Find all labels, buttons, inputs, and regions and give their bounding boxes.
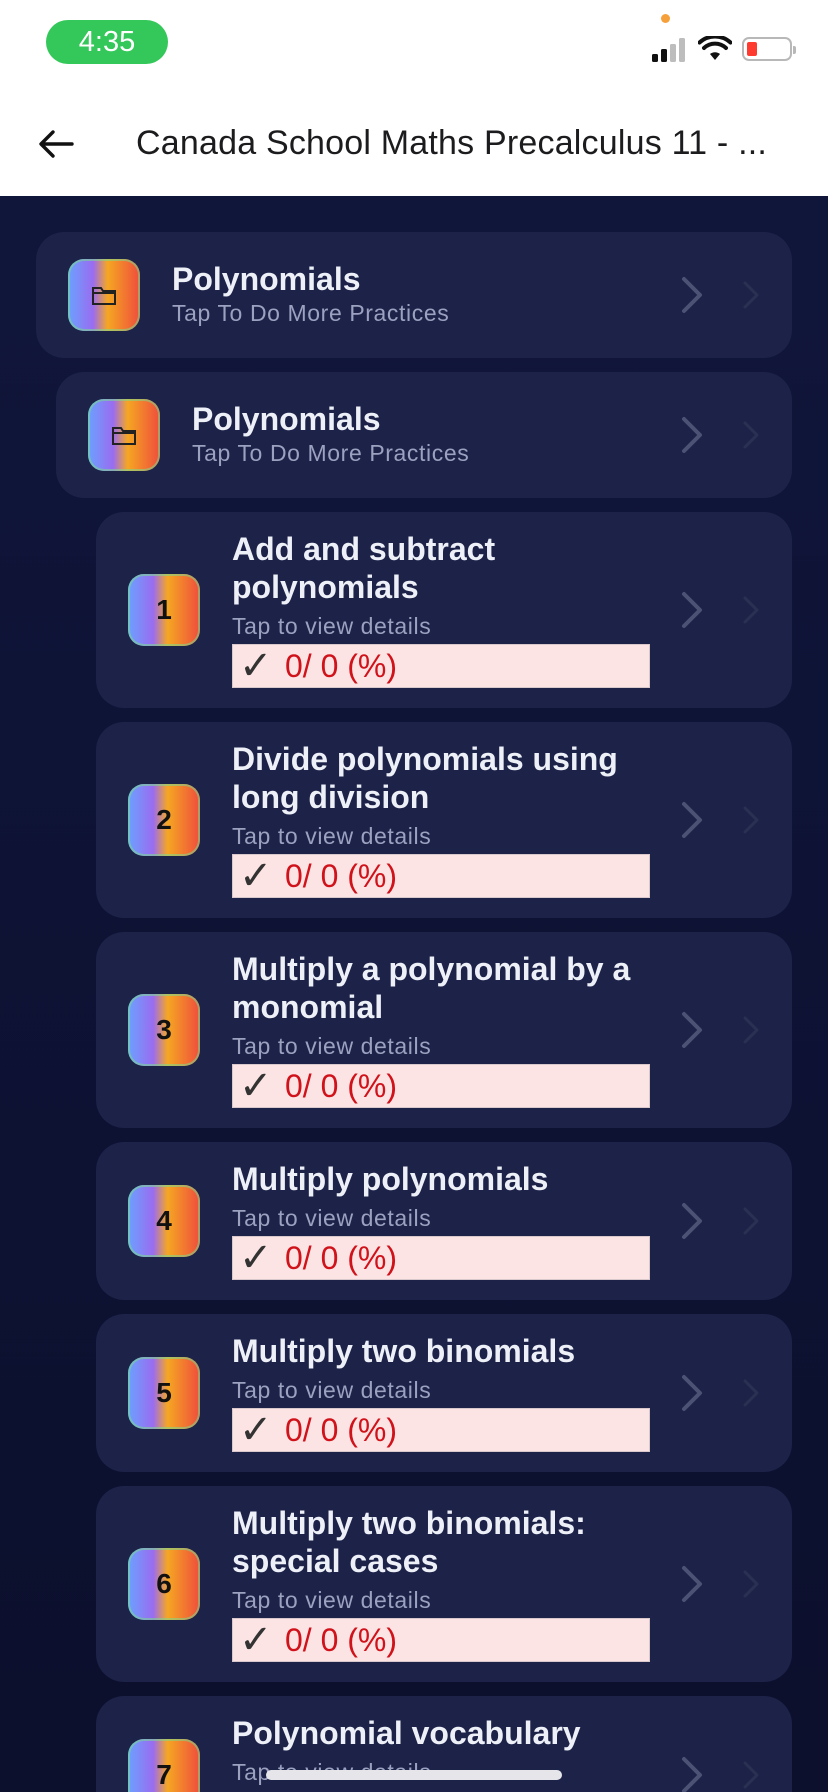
- topic-number: 1: [156, 594, 172, 625]
- folder-title: Polynomials: [172, 261, 361, 297]
- folder-icon-tile: [68, 259, 140, 331]
- chevron-right-icon: [743, 1207, 759, 1235]
- topic-card[interactable]: 4 Multiply polynomials Tap to view detai…: [96, 1142, 792, 1300]
- topic-title-line2: long division: [232, 779, 430, 815]
- topic-number-tile: 7: [128, 1739, 200, 1792]
- topic-title-line1: Add and subtract: [232, 531, 496, 567]
- progress-bar: ✓ 0/ 0 (%): [232, 644, 650, 688]
- chevron-right-icon: [682, 277, 702, 313]
- chevron-right-icon: [743, 1379, 759, 1407]
- chevron-right-icon: [743, 806, 759, 834]
- chevron-right-icon: [682, 417, 702, 453]
- topic-title-line1: Multiply a polynomial by a: [232, 951, 631, 987]
- chevron-right-icon: [743, 281, 759, 309]
- topic-title-line1: Multiply two binomials: [232, 1333, 576, 1369]
- progress-text: 0/ 0 (%): [285, 1411, 398, 1448]
- folder-icon: [112, 427, 136, 445]
- chevron-right-icon: [743, 1016, 759, 1044]
- topic-number: 6: [156, 1568, 172, 1599]
- back-button[interactable]: [28, 116, 84, 172]
- chevron-right-icon: [682, 1012, 702, 1048]
- topic-card[interactable]: 6 Multiply two binomials: special cases …: [96, 1486, 792, 1682]
- topic-subtitle: Tap to view details: [232, 1033, 432, 1059]
- folder-icon: [92, 287, 116, 305]
- arrow-left-icon: [39, 130, 74, 158]
- folder-card[interactable]: Polynomials Tap To Do More Practices: [36, 232, 792, 358]
- chevron-right-icon: [743, 1570, 759, 1598]
- chevron-right-icon: [682, 1566, 702, 1602]
- topic-title-line1: Divide polynomials using: [232, 741, 618, 777]
- progress-bar: ✓ 0/ 0 (%): [232, 1408, 650, 1452]
- topic-subtitle: Tap to view details: [232, 613, 432, 639]
- folder-subtitle: Tap To Do More Practices: [192, 440, 470, 466]
- check-icon: ✓: [239, 1064, 273, 1108]
- progress-bar: ✓ 0/ 0 (%): [232, 1618, 650, 1662]
- topic-number-tile: 2: [128, 784, 200, 856]
- status-bar: 4:35: [0, 0, 828, 96]
- check-icon: ✓: [239, 1618, 273, 1662]
- privacy-indicator-dot: [661, 14, 670, 23]
- page-title: Canada School Maths Precalculus 11 - ...: [136, 124, 768, 162]
- check-icon: ✓: [239, 1408, 273, 1452]
- folder-subtitle: Tap To Do More Practices: [172, 300, 450, 326]
- progress-text: 0/ 0 (%): [285, 1621, 398, 1658]
- progress-text: 0/ 0 (%): [285, 647, 398, 684]
- folder-card[interactable]: Polynomials Tap To Do More Practices: [56, 372, 792, 498]
- check-icon: ✓: [239, 644, 273, 688]
- wifi-icon: [698, 36, 732, 60]
- progress-text: 0/ 0 (%): [285, 1067, 398, 1104]
- chevron-right-icon: [682, 1757, 702, 1792]
- topic-title-line2: monomial: [232, 989, 384, 1025]
- progress-text: 0/ 0 (%): [285, 857, 398, 894]
- chevron-right-icon: [682, 1375, 702, 1411]
- topic-number-tile: 1: [128, 574, 200, 646]
- topic-subtitle: Tap to view details: [232, 1205, 432, 1231]
- topic-title-line1: Multiply two binomials:: [232, 1505, 586, 1541]
- chevron-right-icon: [743, 421, 759, 449]
- check-icon: ✓: [239, 854, 273, 898]
- topic-list: Polynomials Tap To Do More Practices Pol…: [0, 196, 828, 1792]
- topic-number-tile: 5: [128, 1357, 200, 1429]
- progress-bar: ✓ 0/ 0 (%): [232, 854, 650, 898]
- check-icon: ✓: [239, 1236, 273, 1280]
- chevron-right-icon: [743, 596, 759, 624]
- topic-card[interactable]: 3 Multiply a polynomial by a monomial Ta…: [96, 932, 792, 1128]
- status-time: 4:35: [46, 20, 168, 64]
- progress-bar: ✓ 0/ 0 (%): [232, 1064, 650, 1108]
- topic-number-tile: 3: [128, 994, 200, 1066]
- folder-title: Polynomials: [192, 401, 381, 437]
- topic-subtitle: Tap to view details: [232, 823, 432, 849]
- topic-title-line2: polynomials: [232, 569, 419, 605]
- chevron-right-icon: [682, 1203, 702, 1239]
- battery-level: [747, 42, 757, 56]
- topic-card[interactable]: 1 Add and subtract polynomials Tap to vi…: [96, 512, 792, 708]
- topic-title-line1: Multiply polynomials: [232, 1161, 549, 1197]
- progress-text: 0/ 0 (%): [285, 1239, 398, 1276]
- chevron-right-icon: [682, 802, 702, 838]
- topic-title-line2: special cases: [232, 1543, 439, 1579]
- topic-number: 7: [156, 1759, 172, 1790]
- topic-card[interactable]: 5 Multiply two binomials Tap to view det…: [96, 1314, 792, 1472]
- nav-bar: Canada School Maths Precalculus 11 - ...: [0, 96, 828, 196]
- topic-number-tile: 4: [128, 1185, 200, 1257]
- topic-number: 4: [156, 1205, 172, 1236]
- home-indicator[interactable]: [266, 1770, 562, 1780]
- topic-subtitle: Tap to view details: [232, 1377, 432, 1403]
- topic-card[interactable]: 2 Divide polynomials using long division…: [96, 722, 792, 918]
- battery-icon: [742, 37, 796, 61]
- topic-title-line1: Polynomial vocabulary: [232, 1715, 581, 1751]
- topic-subtitle: Tap to view details: [232, 1587, 432, 1613]
- topic-number-tile: 6: [128, 1548, 200, 1620]
- cellular-signal-icon: [652, 38, 690, 62]
- progress-bar: ✓ 0/ 0 (%): [232, 1236, 650, 1280]
- topic-number: 5: [156, 1377, 172, 1408]
- chevron-right-icon: [743, 1761, 759, 1789]
- chevron-right-icon: [682, 592, 702, 628]
- topic-number: 3: [156, 1014, 172, 1045]
- folder-icon-tile: [88, 399, 160, 471]
- topic-number: 2: [156, 804, 172, 835]
